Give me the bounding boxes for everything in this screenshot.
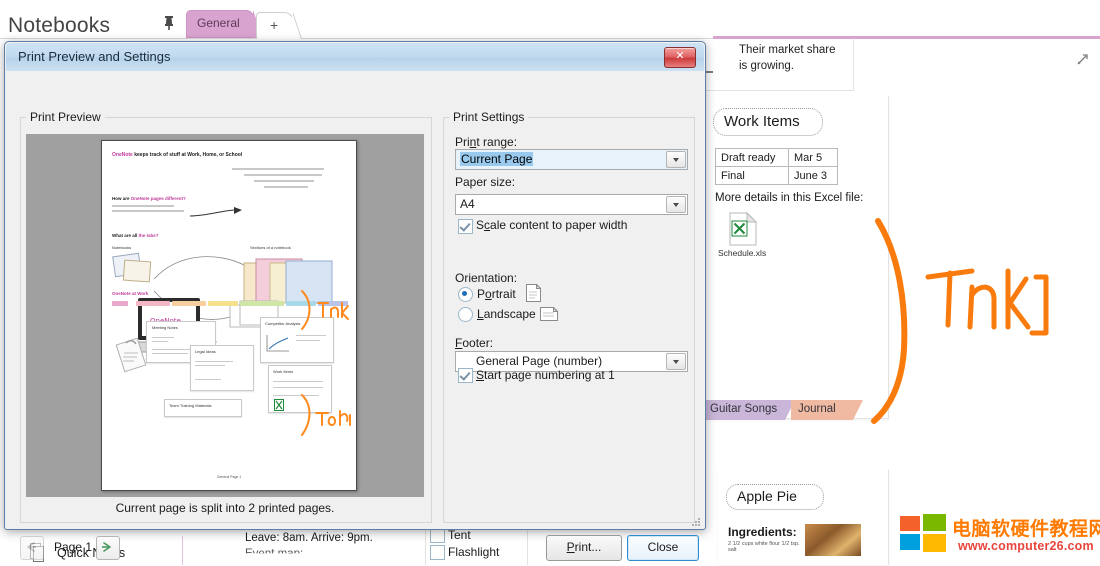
preview-section-1-title: How are OneNote pages different?: [112, 196, 186, 201]
print-button[interactable]: Print...: [546, 535, 622, 561]
section-tab-guitar-songs[interactable]: Guitar Songs: [703, 400, 785, 420]
print-preview-group-label: Print Preview: [26, 110, 105, 124]
section-tab-label: Guitar Songs: [710, 403, 777, 415]
next-page-button[interactable]: [96, 536, 120, 560]
resize-grip[interactable]: [691, 516, 701, 526]
excel-file-name: Schedule.xls: [718, 248, 766, 258]
dialog-title-bar[interactable]: Print Preview and Settings ✕: [6, 43, 704, 71]
section-tab-journal[interactable]: Journal: [791, 400, 853, 420]
landscape-page-icon: [540, 307, 558, 321]
excel-file-icon[interactable]: [729, 212, 757, 246]
work-item-task: Final: [716, 167, 789, 185]
tab-add-new[interactable]: +: [256, 12, 294, 39]
divider: [527, 528, 528, 565]
market-share-line-2: is growing.: [739, 60, 794, 72]
preview-card-title: Legal Ideas: [195, 349, 216, 354]
paper-size-label: Paper size:: [455, 175, 515, 189]
chevron-down-icon[interactable]: [666, 151, 686, 168]
preview-card: [164, 399, 242, 417]
work-items-table: Draft ready Mar 5 Final June 3: [715, 148, 838, 185]
close-icon[interactable]: ✕: [664, 47, 696, 68]
checkbox-icon[interactable]: [430, 545, 445, 560]
preview-caption: Current page is split into 2 printed pag…: [26, 501, 424, 515]
leave-note-line-1: Leave: 8am. Arrive: 9pm.: [245, 532, 373, 544]
windows-logo-icon: [900, 514, 946, 552]
checkbox-icon[interactable]: [430, 528, 445, 543]
preview-page: OneNote keeps track of stuff at Work, Ho…: [101, 140, 357, 491]
checklist-label: Tent: [448, 528, 471, 542]
print-range-label: Print range:: [455, 135, 517, 149]
start-numbering-label: Start page numbering at 1: [476, 368, 615, 382]
tab-general[interactable]: General: [186, 10, 254, 38]
preview-arrow-icon: [190, 207, 242, 219]
footer-label: Footer:: [455, 336, 493, 350]
portrait-page-icon: [526, 284, 541, 302]
apple-pie-ingredients-label: Ingredients:: [728, 525, 797, 539]
tab-add-new-label: +: [270, 17, 278, 33]
chevron-down-icon[interactable]: [666, 353, 686, 370]
preview-ink-2: [298, 393, 354, 437]
preview-section-3-title: OneNote at Work: [112, 291, 148, 296]
paper-size-value: A4: [460, 197, 475, 211]
ink-annotation-right: [860, 215, 1060, 425]
dialog-title: Print Preview and Settings: [18, 49, 170, 64]
preview-card-title: Competitor Analysis: [265, 321, 300, 326]
tab-general-label: General: [197, 16, 240, 30]
preview-card-title: Team Training Materials: [169, 403, 211, 408]
chevron-down-icon[interactable]: [666, 196, 686, 213]
close-button[interactable]: Close: [627, 535, 699, 561]
work-item-date: Mar 5: [789, 149, 838, 167]
pin-icon[interactable]: [162, 15, 176, 31]
orientation-landscape-radio[interactable]: [458, 307, 473, 322]
notebooks-title: Notebooks: [8, 14, 110, 38]
print-range-combobox[interactable]: Current Page: [455, 149, 688, 170]
apple-pie-ingredients-text: 2 1/2 cups white flour 1/2 tsp. salt: [728, 541, 808, 553]
market-share-note[interactable]: Their market share is growing.: [713, 40, 853, 90]
expand-full-page-icon[interactable]: [1074, 52, 1090, 68]
preview-card-title: Meeting Notes: [152, 325, 178, 330]
preview-card-title: Work Items: [273, 369, 293, 374]
dialog-body: Print Preview OneNote keeps track of stu…: [6, 71, 704, 528]
work-items-more-text: More details in this Excel file:: [715, 192, 863, 204]
close-icon-glyph: ✕: [665, 49, 695, 62]
work-item-task: Draft ready: [716, 149, 789, 167]
page-indicator: Page 1: [54, 540, 92, 554]
preview-section-2-title: What are all the tabs?: [112, 233, 159, 238]
orientation-portrait-radio[interactable]: [458, 287, 473, 302]
print-preview-dialog: Print Preview and Settings ✕ Print Previ…: [4, 41, 706, 530]
table-row[interactable]: Draft ready Mar 5: [716, 149, 838, 167]
divider: [425, 528, 426, 565]
print-settings-group-label: Print Settings: [449, 110, 528, 124]
market-share-line-1: Their market share: [739, 44, 836, 56]
orientation-portrait-label: Portrait: [477, 287, 516, 301]
start-numbering-checkbox[interactable]: [458, 368, 473, 383]
paper-size-combobox[interactable]: A4: [455, 194, 688, 215]
watermark-url: www.computer26.com: [958, 539, 1094, 553]
apple-pie-photo: [805, 524, 861, 556]
footer-value: General Page (number): [476, 354, 602, 368]
orientation-label: Orientation:: [455, 271, 517, 285]
work-items-title: Work Items: [724, 113, 800, 130]
checklist-label: Flashlight: [448, 545, 499, 559]
orientation-landscape-label: Landscape: [477, 307, 536, 321]
preview-page-footer: General Page 1: [102, 475, 356, 479]
table-row[interactable]: Final June 3: [716, 167, 838, 185]
leave-note[interactable]: Leave: 8am. Arrive: 9pm. Event map:: [245, 530, 415, 565]
work-items-title-box[interactable]: Work Items: [713, 108, 823, 136]
leave-note-line-2: Event map:: [245, 548, 303, 560]
scale-content-label: Scale content to paper width: [476, 218, 627, 232]
apple-pie-title: Apple Pie: [737, 488, 797, 504]
previous-page-button[interactable]: [20, 536, 44, 560]
print-range-value: Current Page: [460, 152, 533, 166]
watermark: 电脑软硬件教程网 www.computer26.com: [900, 508, 1098, 558]
work-item-date: June 3: [789, 167, 838, 185]
preview-canvas[interactable]: OneNote keeps track of stuff at Work, Ho…: [26, 134, 424, 497]
section-tab-label: Journal: [798, 403, 836, 415]
preview-ink-1: [298, 289, 352, 333]
scale-content-checkbox[interactable]: [458, 219, 473, 234]
watermark-text: 电脑软硬件教程网: [952, 514, 1100, 541]
apple-pie-title-box[interactable]: Apple Pie: [726, 484, 824, 510]
preview-heading: OneNote keeps track of stuff at Work, Ho…: [112, 152, 242, 158]
